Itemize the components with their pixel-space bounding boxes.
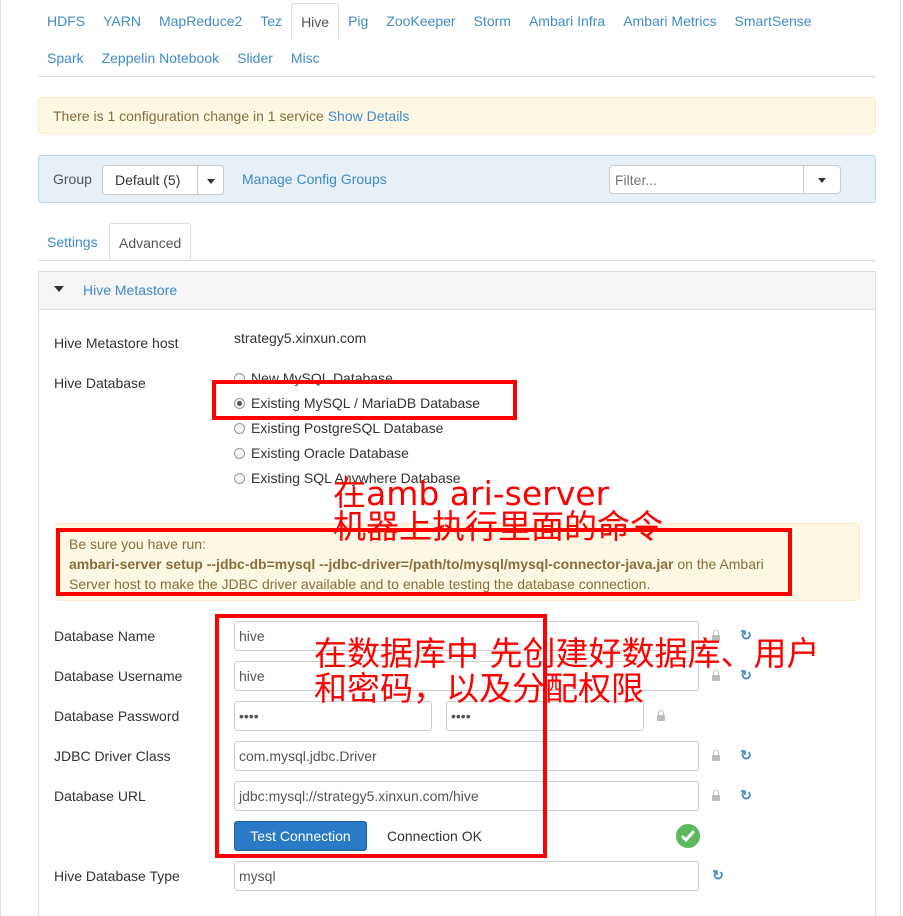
service-tabs-row1: HDFS YARN MapReduce2 Tez Hive Pig ZooKee… bbox=[38, 3, 821, 39]
caret-down-icon bbox=[818, 177, 826, 183]
group-select-button[interactable]: Default (5) bbox=[102, 165, 199, 195]
tab-storm[interactable]: Storm bbox=[465, 3, 520, 39]
panel-header[interactable]: Hive Metastore bbox=[39, 272, 875, 310]
manage-config-groups-link[interactable]: Manage Config Groups bbox=[242, 171, 387, 187]
tab-mapreduce2[interactable]: MapReduce2 bbox=[150, 3, 251, 39]
radio-existing-oracle[interactable]: Existing Oracle Database bbox=[234, 443, 409, 463]
lock-icon bbox=[712, 750, 720, 761]
tab-smartsense[interactable]: SmartSense bbox=[726, 3, 821, 39]
database-name-label: Database Name bbox=[54, 628, 156, 644]
refresh-icon[interactable]: ↻ bbox=[711, 868, 725, 882]
hive-database-type-input[interactable]: mysql bbox=[234, 861, 699, 891]
refresh-icon[interactable]: ↻ bbox=[739, 788, 753, 802]
refresh-icon[interactable]: ↻ bbox=[739, 748, 753, 762]
tab-hdfs[interactable]: HDFS bbox=[38, 3, 94, 39]
hive-database-label: Hive Database bbox=[54, 375, 146, 391]
config-group-bar: Group Default (5) Manage Config Groups bbox=[38, 155, 876, 203]
radio-existing-postgresql[interactable]: Existing PostgreSQL Database bbox=[234, 418, 443, 438]
jdbc-driver-class-label: JDBC Driver Class bbox=[54, 748, 171, 764]
filter-dropdown-button[interactable] bbox=[803, 165, 841, 194]
annotation-box-mysql-option bbox=[212, 380, 517, 420]
radio-icon[interactable] bbox=[234, 422, 245, 434]
tab-yarn[interactable]: YARN bbox=[94, 3, 150, 39]
tab-slider[interactable]: Slider bbox=[228, 40, 282, 76]
database-password-label: Database Password bbox=[54, 708, 180, 724]
hive-database-type-label: Hive Database Type bbox=[54, 868, 180, 884]
check-circle-icon bbox=[676, 824, 700, 848]
service-tabs-row2: Spark Zeppelin Notebook Slider Misc bbox=[38, 40, 329, 76]
radio-icon[interactable] bbox=[234, 472, 245, 484]
annotation-note-2-line1: 在数据库中 先创建好数据库、用户 bbox=[314, 634, 820, 673]
tab-spark[interactable]: Spark bbox=[38, 40, 93, 76]
lock-icon bbox=[657, 710, 665, 721]
subtabs-divider bbox=[38, 260, 876, 261]
metastore-host-label: Hive Metastore host bbox=[54, 335, 179, 351]
annotation-note-1-line2: 机器上执行里面的命令 bbox=[333, 507, 663, 546]
group-label: Group bbox=[53, 171, 92, 187]
tab-advanced[interactable]: Advanced bbox=[109, 223, 192, 261]
tab-ambari-infra[interactable]: Ambari Infra bbox=[520, 3, 614, 39]
tab-pig[interactable]: Pig bbox=[339, 3, 377, 39]
radio-label: Existing Oracle Database bbox=[251, 445, 409, 461]
config-change-alert: There is 1 configuration change in 1 ser… bbox=[38, 97, 876, 134]
tab-misc[interactable]: Misc bbox=[282, 40, 329, 76]
radio-label: Existing PostgreSQL Database bbox=[251, 420, 444, 436]
radio-icon[interactable] bbox=[234, 447, 245, 459]
tab-zookeeper[interactable]: ZooKeeper bbox=[377, 3, 464, 39]
show-details-link[interactable]: Show Details bbox=[328, 108, 410, 124]
tab-zeppelin-notebook[interactable]: Zeppelin Notebook bbox=[93, 40, 229, 76]
database-username-label: Database Username bbox=[54, 668, 183, 684]
tab-ambari-metrics[interactable]: Ambari Metrics bbox=[614, 3, 725, 39]
tab-settings[interactable]: Settings bbox=[38, 223, 107, 261]
group-selected-label: Default (5) bbox=[115, 172, 181, 188]
database-url-label: Database URL bbox=[54, 788, 146, 804]
lock-icon bbox=[712, 790, 720, 801]
tab-hive[interactable]: Hive bbox=[291, 3, 340, 39]
group-dropdown-toggle[interactable] bbox=[197, 165, 224, 195]
tabs-divider bbox=[38, 76, 876, 77]
metastore-host-value: strategy5.xinxun.com bbox=[234, 330, 367, 346]
tab-tez[interactable]: Tez bbox=[251, 3, 291, 39]
filter-input[interactable] bbox=[609, 165, 804, 194]
annotation-note-2-line2: 和密码，以及分配权限 bbox=[314, 669, 644, 708]
collapse-triangle-icon[interactable] bbox=[54, 286, 64, 292]
caret-down-icon bbox=[206, 178, 215, 184]
alert-text: There is 1 configuration change in 1 ser… bbox=[53, 108, 324, 124]
lock-icon bbox=[712, 670, 720, 681]
panel-title[interactable]: Hive Metastore bbox=[83, 282, 177, 298]
